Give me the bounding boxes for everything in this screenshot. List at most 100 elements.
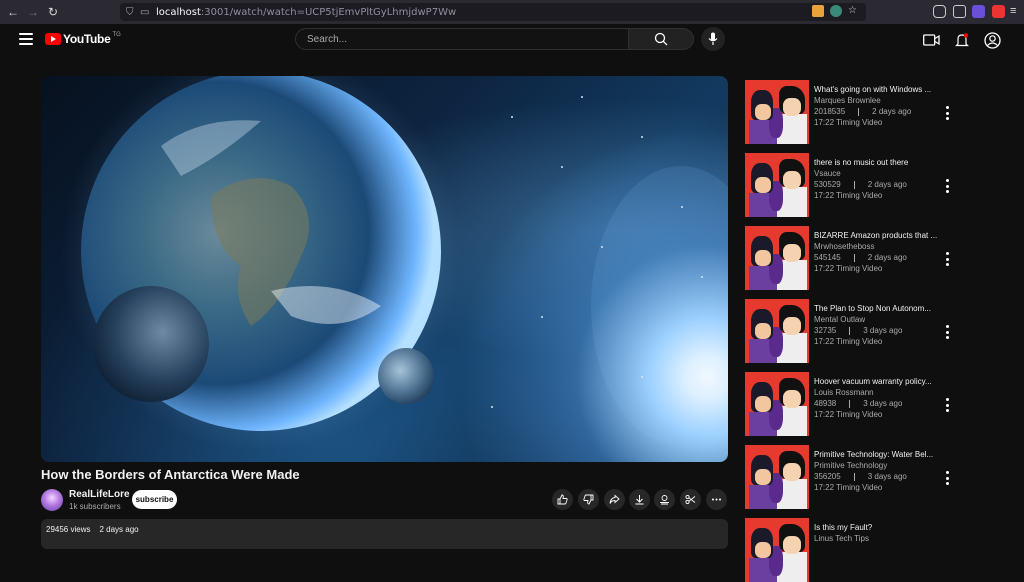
recommendation-item[interactable]: Hoover vacuum warranty policy... Louis R… (745, 372, 955, 436)
notifications-bell-icon[interactable] (953, 31, 971, 49)
download-icon (635, 495, 644, 505)
recommendation-type: 17:22 Timing Video (814, 191, 883, 200)
recommendation-channel: Marques Brownlee (814, 96, 881, 105)
recommendation-meta: 2018535 2 days ago (814, 107, 911, 116)
recommendation-item[interactable]: The Plan to Stop Non Autonom... Mental O… (745, 299, 955, 363)
hamburger-menu-icon[interactable] (19, 33, 33, 45)
recommendation-views: 545145 (814, 253, 841, 262)
shield-icon: ⛉ (126, 6, 134, 18)
recommendation-title[interactable]: Is this my Fault? (814, 523, 939, 532)
recommendation-thumbnail[interactable] (745, 518, 809, 582)
recommendation-title[interactable]: BIZARRE Amazon products that ... (814, 231, 939, 240)
recommendation-views: 2018535 (814, 107, 846, 116)
recommendation-item[interactable]: What's going on with Windows ... Marques… (745, 80, 955, 144)
subscribe-button[interactable]: subscribe (132, 490, 177, 509)
channel-name[interactable]: RealLifeLore (69, 489, 130, 500)
subscriber-count: 1k subscribers (69, 502, 121, 511)
recommendation-channel: Louis Rossmann (814, 388, 874, 397)
recommendation-meta: 530529 2 days ago (814, 180, 907, 189)
recommendation-title[interactable]: there is no music out there (814, 158, 939, 167)
share-button[interactable] (604, 489, 625, 510)
clip-button[interactable] (680, 489, 701, 510)
extension-icon-2[interactable] (972, 5, 985, 18)
view-count: 29456 views (46, 525, 91, 534)
like-icon (557, 494, 568, 505)
recommendation-channel: Mrwhosetheboss (814, 242, 875, 251)
browser-toolbar: ← → ↻ ⛉ ▭ localhost:3001/watch/watch=UCP… (0, 0, 1024, 24)
recommendation-title[interactable]: Hoover vacuum warranty policy... (814, 377, 939, 386)
forward-icon[interactable]: → (24, 3, 42, 21)
more-actions-button[interactable] (706, 489, 727, 510)
recommendation-date: 2 days ago (872, 107, 912, 116)
more-vertical-icon[interactable] (943, 252, 951, 266)
logo-country-code: TG (112, 32, 121, 38)
more-vertical-icon[interactable] (943, 398, 951, 412)
extension-icon[interactable] (830, 5, 842, 17)
more-vertical-icon[interactable] (943, 179, 951, 193)
recommendation-item[interactable]: Is this my Fault? Linus Tech Tips (745, 518, 955, 582)
recommendation-item[interactable]: BIZARRE Amazon products that ... Mrwhose… (745, 226, 955, 290)
create-video-icon[interactable] (922, 31, 940, 49)
site-header: YouTube TG Search... (0, 24, 1024, 56)
like-button[interactable] (552, 489, 573, 510)
scissors-icon (685, 494, 696, 505)
recommendation-views: 356205 (814, 472, 841, 481)
recommendation-date: 3 days ago (863, 399, 903, 408)
page-icon: ▭ (140, 6, 150, 18)
voice-search-button[interactable] (701, 27, 725, 51)
pocket-icon[interactable] (933, 5, 946, 18)
url-bar[interactable]: ⛉ ▭ localhost:3001/watch/watch=UCP5tjEmv… (120, 3, 866, 21)
recommendation-title[interactable]: The Plan to Stop Non Autonom... (814, 304, 939, 313)
search-placeholder: Search... (307, 33, 348, 45)
search-input[interactable]: Search... (295, 28, 628, 50)
description-box[interactable]: 29456 views 2 days ago (41, 519, 728, 549)
recommendation-channel: Linus Tech Tips (814, 534, 869, 543)
recommendation-thumbnail[interactable] (745, 153, 809, 217)
back-icon[interactable]: ← (4, 3, 22, 21)
search-icon (654, 32, 668, 46)
recommendation-type: 17:22 Timing Video (814, 337, 883, 346)
microphone-icon (708, 32, 718, 45)
share-icon (609, 494, 620, 504)
account-avatar-icon[interactable] (983, 31, 1001, 49)
recommendation-thumbnail[interactable] (745, 372, 809, 436)
profile-extension-icon[interactable] (992, 5, 1005, 18)
recommendation-meta: 32735 3 days ago (814, 326, 902, 335)
video-player[interactable] (41, 76, 728, 462)
recommendation-views: 32735 (814, 326, 837, 335)
url-path: :3001/watch/watch=UCP5tjEmvPltGyLhmjdwP7… (200, 6, 457, 18)
video-thumbnail-image (61, 76, 728, 451)
home-icon[interactable] (812, 5, 824, 17)
downloads-icon[interactable] (953, 5, 966, 18)
recommendation-item[interactable]: there is no music out there Vsauce 53052… (745, 153, 955, 217)
reload-icon[interactable]: ↻ (44, 3, 62, 21)
more-vertical-icon[interactable] (943, 471, 951, 485)
thanks-button[interactable] (654, 489, 675, 510)
youtube-logo[interactable]: YouTube TG (45, 32, 121, 46)
recommendation-item[interactable]: Primitive Technology: Water Bel... Primi… (745, 445, 955, 509)
recommendation-type: 17:22 Timing Video (814, 410, 883, 419)
recommendation-thumbnail[interactable] (745, 226, 809, 290)
menu-icon[interactable]: ≡ (1010, 5, 1023, 18)
star-icon[interactable]: ☆ (848, 5, 860, 17)
recommendation-meta: 356205 3 days ago (814, 472, 907, 481)
recommendation-thumbnail[interactable] (745, 445, 809, 509)
more-vertical-icon[interactable] (943, 325, 951, 339)
dislike-button[interactable] (578, 489, 599, 510)
recommendation-date: 3 days ago (867, 472, 907, 481)
recommendation-title[interactable]: Primitive Technology: Water Bel... (814, 450, 939, 459)
thanks-icon (660, 495, 669, 505)
search-button[interactable] (628, 28, 694, 50)
more-horizontal-icon (712, 498, 721, 501)
recommendation-views: 48938 (814, 399, 837, 408)
more-vertical-icon[interactable] (943, 106, 951, 120)
recommendation-type: 17:22 Timing Video (814, 264, 883, 273)
play-logo-icon (45, 33, 61, 45)
recommendation-thumbnail[interactable] (745, 299, 809, 363)
download-button[interactable] (629, 489, 650, 510)
recommendation-title[interactable]: What's going on with Windows ... (814, 85, 939, 94)
recommendation-meta: 48938 3 days ago (814, 399, 902, 408)
recommendation-type: 17:22 Timing Video (814, 483, 883, 492)
recommendation-thumbnail[interactable] (745, 80, 809, 144)
channel-avatar[interactable] (41, 489, 63, 511)
